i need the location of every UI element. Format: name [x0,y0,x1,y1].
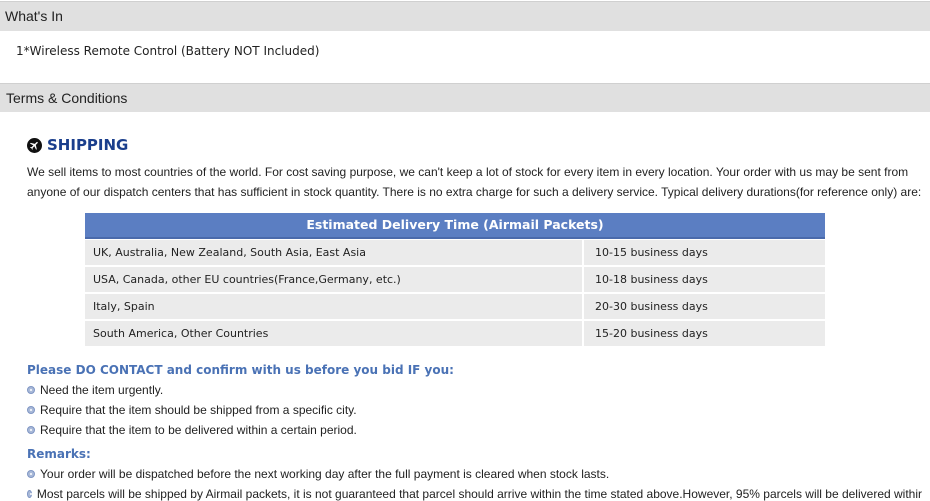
time-cell: 10-18 business days [595,273,708,286]
shipping-intro: We sell items to most countries of the w… [27,162,922,202]
list-item: Most parcels will be shipped by Airmail … [27,487,922,501]
bullet-icon [27,470,35,478]
list-item: Require that the item to be delivered wi… [27,423,357,437]
column-divider [582,294,584,319]
list-item-text: Your order will be dispatched before the… [40,467,610,481]
time-cell: 10-15 business days [595,246,708,259]
column-divider [582,267,584,292]
time-cell: 15-20 business days [595,327,708,340]
list-item-text: Most parcels will be shipped by Airmail … [36,487,922,501]
terms-header: Terms & Conditions [0,83,930,112]
table-row: USA, Canada, other EU countries(France,G… [85,267,825,292]
table-row: Italy, Spain 20-30 business days [85,294,825,319]
airplane-icon [27,137,42,153]
column-divider [582,321,584,346]
bullet-icon [27,426,35,434]
list-item: Your order will be dispatched before the… [27,467,609,481]
list-item: Need the item urgently. [27,383,163,397]
table-row: UK, Australia, New Zealand, South Asia, … [85,240,825,265]
region-cell: Italy, Spain [93,300,155,313]
delivery-table: Estimated Delivery Time (Airmail Packets… [85,213,825,346]
region-cell: UK, Australia, New Zealand, South Asia, … [93,246,366,259]
time-cell: 20-30 business days [595,300,708,313]
bullet-icon [27,386,35,394]
list-item-text: Require that the item to be delivered wi… [40,423,357,437]
table-row: South America, Other Countries 15-20 bus… [85,321,825,346]
remarks-heading: Remarks: [27,447,91,461]
whats-in-item: 1*Wireless Remote Control (Battery NOT I… [16,44,320,58]
column-divider [582,240,584,265]
list-item-text: Require that the item should be shipped … [40,403,357,417]
list-item-text: Need the item urgently. [40,383,164,397]
region-cell: South America, Other Countries [93,327,269,340]
shipping-intro-line-2: anyone of our dispatch centers that has … [27,185,922,199]
bullet-icon [27,490,32,498]
contact-heading: Please DO CONTACT and confirm with us be… [27,363,454,377]
region-cell: USA, Canada, other EU countries(France,G… [93,273,401,286]
bullet-icon [27,406,35,414]
delivery-table-header: Estimated Delivery Time (Airmail Packets… [85,213,825,239]
list-item: Require that the item should be shipped … [27,403,357,417]
whats-in-header: What's In [0,1,930,31]
shipping-title: SHIPPING [27,136,128,154]
shipping-title-text: SHIPPING [47,136,129,154]
shipping-intro-line-1: We sell items to most countries of the w… [27,165,909,179]
